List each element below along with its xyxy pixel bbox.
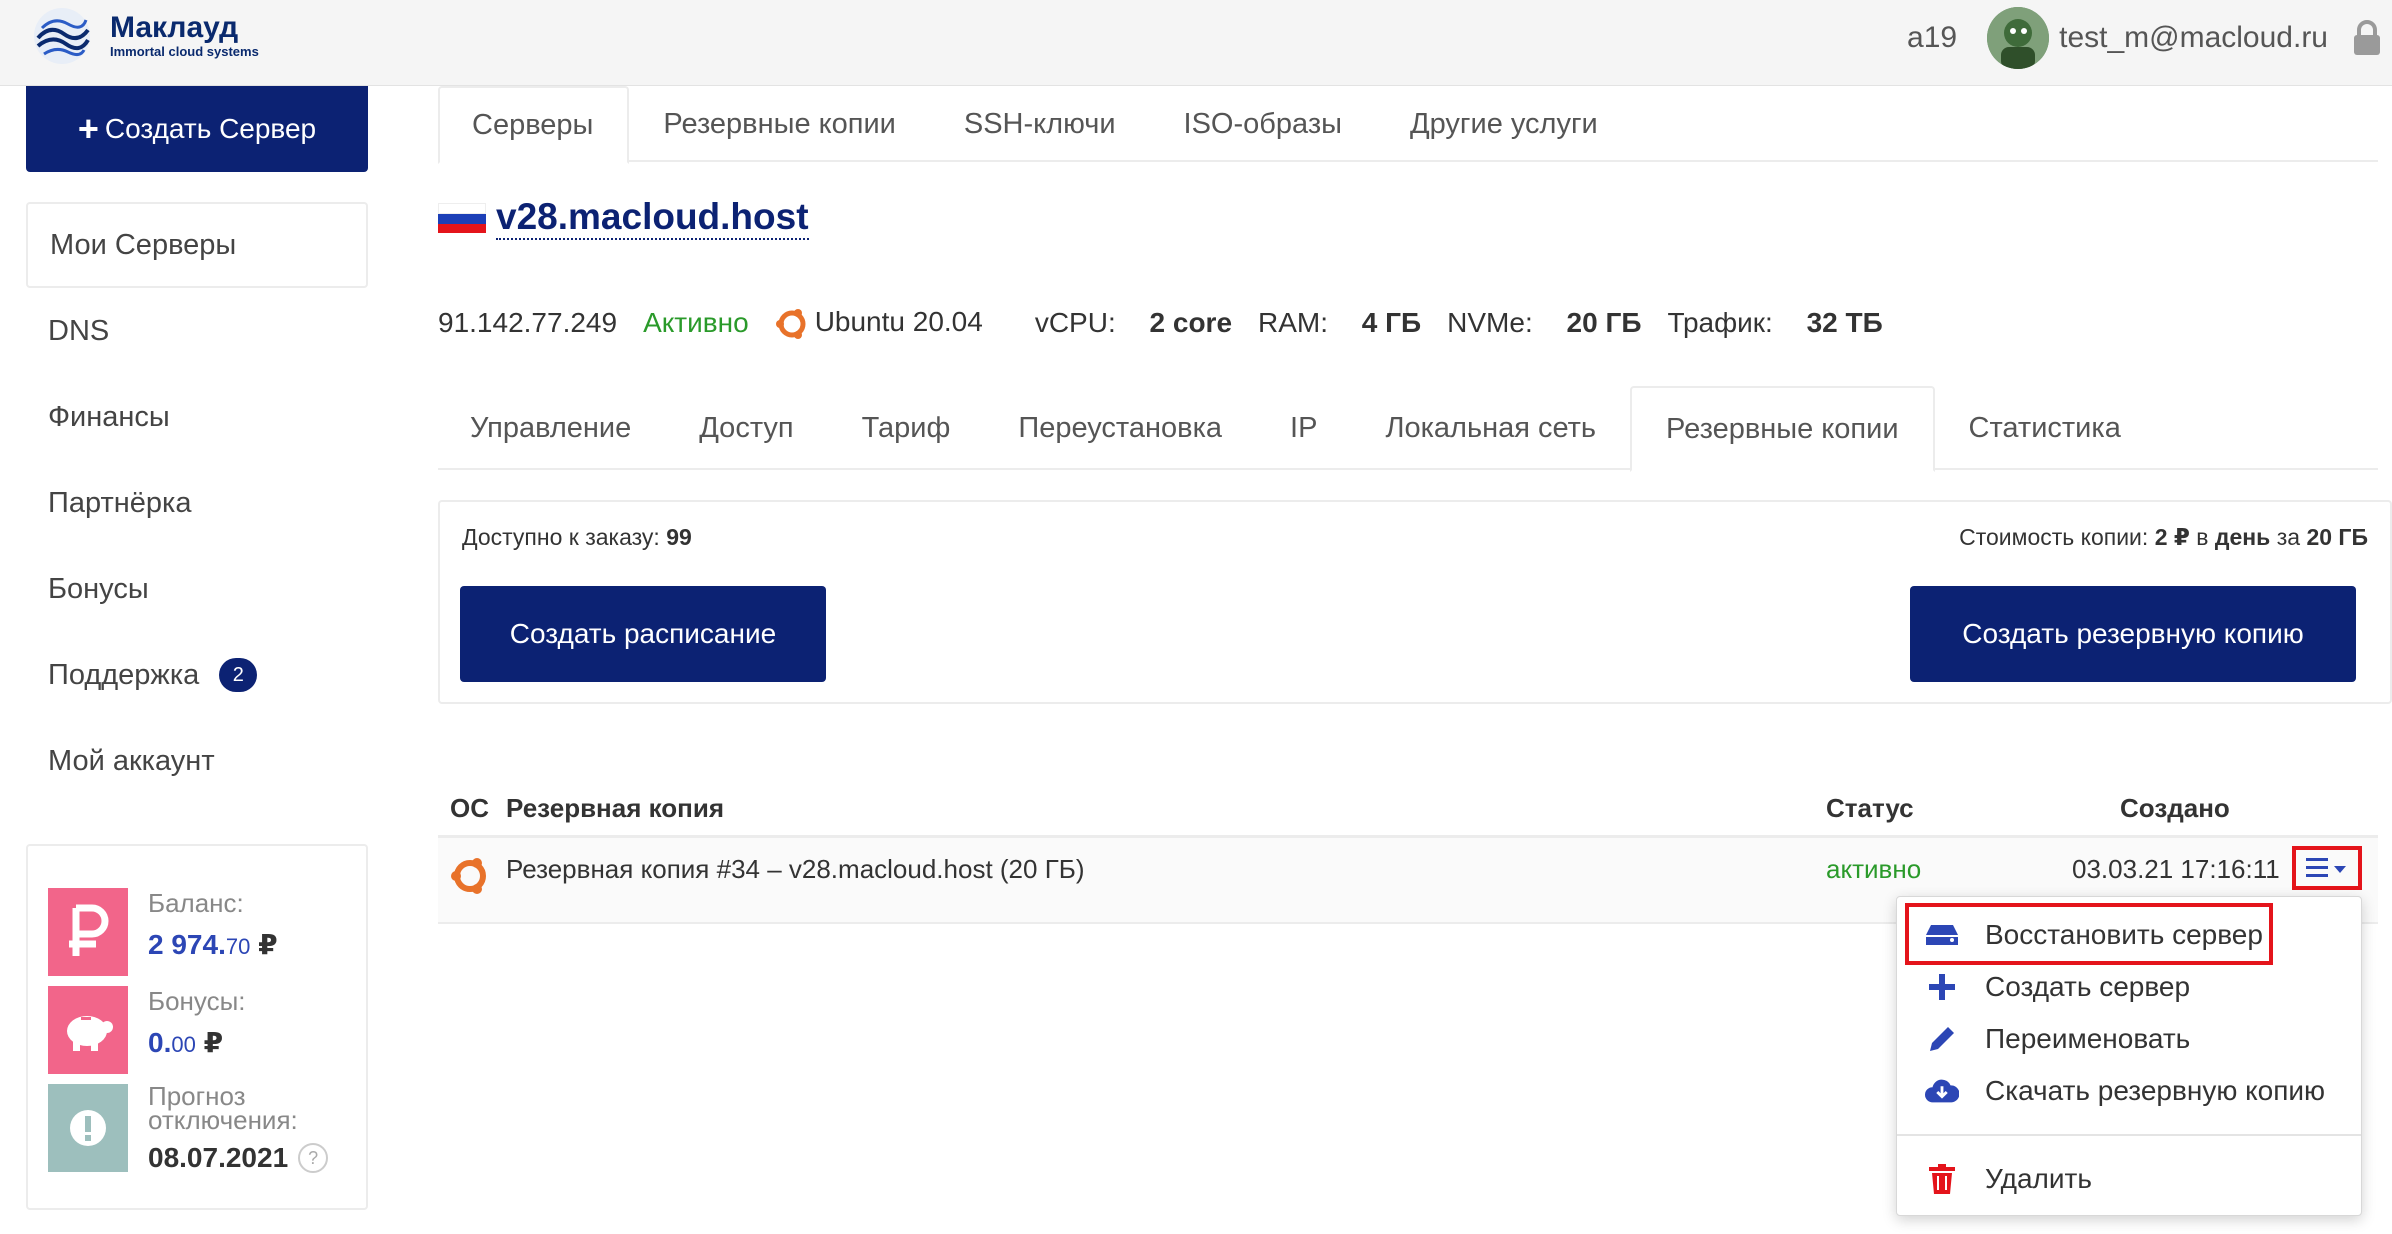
lock-icon[interactable]	[2352, 20, 2382, 56]
table-header: ОС Резервная копия Статус Создано	[438, 782, 2378, 838]
sidebar-item-label: Бонусы	[48, 572, 149, 605]
row-actions-dropdown: Восстановить сервер Создать сервер Переи…	[1896, 896, 2362, 1216]
backup-cost: Стоимость копии: 2 ₽ в день за 20 ГБ	[1959, 524, 2368, 550]
available-backups: Доступно к заказу: 99	[462, 524, 692, 550]
tab-backups[interactable]: Резервные копии	[629, 86, 929, 162]
create-backup-button[interactable]: Создать резервную копию	[1910, 586, 2356, 682]
tab-server-backups[interactable]: Резервные копии	[1630, 386, 1935, 472]
server-host-link[interactable]: v28.macloud.host	[496, 196, 809, 240]
column-os: ОС	[450, 793, 489, 823]
top-bar: Маклауд Immortal cloud systems a19 test_…	[0, 0, 2392, 86]
tab-iso-images[interactable]: ISO-образы	[1150, 86, 1376, 162]
menu-item-rename[interactable]: Переименовать	[1897, 1013, 2361, 1065]
forecast-label: Прогноз отключения:	[148, 1081, 298, 1135]
sidebar-item-bonuses[interactable]: Бонусы	[26, 546, 368, 632]
backup-created: 03.03.21 17:16:11	[2072, 854, 2280, 884]
avatar[interactable]	[1987, 7, 2050, 69]
sidebar-item-label: Финансы	[48, 400, 170, 433]
menu-divider	[1897, 1134, 2361, 1136]
ubuntu-icon	[450, 856, 490, 903]
warning-icon	[48, 1084, 128, 1172]
sidebar-item-label: DNS	[48, 314, 110, 347]
sidebar-item-label: Партнёрка	[48, 486, 192, 519]
sidebar-item-my-servers[interactable]: Мои Серверы	[26, 202, 368, 288]
sidebar-item-account[interactable]: Мой аккаунт	[26, 718, 368, 804]
tab-statistics[interactable]: Статистика	[1935, 386, 2155, 470]
plus-icon	[1925, 971, 1959, 1003]
menu-item-delete[interactable]: Удалить	[1897, 1153, 2361, 1205]
menu-item-download-backup[interactable]: Скачать резервную копию	[1897, 1065, 2361, 1117]
tab-access[interactable]: Доступ	[665, 386, 827, 470]
forecast-date: 08.07.2021 ?	[148, 1142, 329, 1174]
balance-label: Баланс:	[148, 888, 244, 918]
server-os: Ubuntu 20.04	[775, 306, 1009, 341]
server-tabs: Управление Доступ Тариф Переустановка IP…	[438, 386, 2378, 472]
cloud-download-icon	[1925, 1075, 1959, 1107]
trash-icon	[1925, 1163, 1959, 1195]
tab-tariff[interactable]: Тариф	[828, 386, 985, 470]
drive-icon	[1925, 919, 1959, 951]
avatar-image-icon	[1987, 7, 2050, 69]
create-server-button[interactable]: + Создать Сервер	[26, 86, 368, 172]
column-created: Создано	[2120, 793, 2230, 823]
server-ram: RAM: 4 ГБ	[1258, 307, 1422, 339]
logo[interactable]: Маклауд Immortal cloud systems	[30, 4, 259, 68]
logo-icon	[34, 8, 90, 64]
brand-subtitle: Immortal cloud systems	[110, 44, 259, 59]
server-title: v28.macloud.host	[438, 196, 809, 240]
sidebar-item-label: Мой аккаунт	[48, 744, 215, 777]
create-server-label: Создать Сервер	[104, 113, 317, 144]
sidebar-menu: Мои Серверы DNS Финансы Партнёрка Бонусы…	[26, 202, 368, 804]
balance-card: Баланс: 2 974.70 ₽ Бонусы: 0.00 ₽ Прогно…	[26, 844, 368, 1210]
sidebar-item-label: Поддержка	[48, 658, 200, 691]
tab-ip[interactable]: IP	[1256, 386, 1351, 470]
backup-name: Резервная копия #34 – v28.macloud.host (…	[506, 854, 1085, 884]
hamburger-dropdown-icon	[2306, 858, 2346, 877]
tab-servers[interactable]: Серверы	[438, 86, 630, 164]
backup-order-panel: Доступно к заказу: 99 Стоимость копии: 2…	[438, 500, 2392, 704]
main-tabs: Серверы Резервные копии SSH-ключи ISO-об…	[438, 86, 2378, 164]
user-email[interactable]: test_m@macloud.ru	[2059, 21, 2328, 55]
brand-title: Маклауд	[110, 11, 239, 44]
balance-value: 2 974.70 ₽	[148, 929, 278, 960]
sidebar-item-label: Мои Серверы	[50, 228, 237, 261]
sidebar-item-support[interactable]: Поддержка 2	[26, 632, 368, 718]
tab-other-services[interactable]: Другие услуги	[1376, 86, 1632, 162]
server-nvme: NVMe: 20 ГБ	[1447, 307, 1642, 339]
column-backup: Резервная копия	[506, 793, 725, 823]
russia-flag-icon	[438, 203, 486, 233]
support-count-badge: 2	[219, 658, 258, 692]
create-schedule-button[interactable]: Создать расписание	[460, 586, 826, 682]
menu-item-create-server[interactable]: Создать сервер	[1897, 961, 2361, 1013]
server-state: Активно	[643, 307, 749, 339]
main-area: Серверы Резервные копии SSH-ключи ISO-об…	[438, 86, 2378, 164]
tab-ssh-keys[interactable]: SSH-ключи	[930, 86, 1150, 162]
bonuses-label: Бонусы:	[148, 986, 246, 1016]
backup-status: активно	[1826, 854, 1922, 884]
pencil-icon	[1925, 1023, 1959, 1055]
piggy-bank-icon	[48, 986, 128, 1074]
column-status: Статус	[1826, 793, 1914, 823]
server-vcpu: vCPU: 2 core	[1034, 307, 1233, 339]
ubuntu-icon	[775, 308, 806, 339]
plus-icon: +	[77, 108, 99, 149]
server-info: 91.142.77.249 Активно Ubuntu 20.04 vCPU:…	[438, 306, 1909, 341]
server-traffic: Трафик: 32 ТБ	[1667, 307, 1883, 339]
sidebar-item-finance[interactable]: Финансы	[26, 374, 368, 460]
tab-reinstall[interactable]: Переустановка	[984, 386, 1256, 470]
bonuses-value: 0.00 ₽	[148, 1027, 224, 1058]
row-actions-menu-button[interactable]	[2292, 846, 2362, 890]
tab-local-network[interactable]: Локальная сеть	[1351, 386, 1630, 470]
tab-management[interactable]: Управление	[438, 386, 665, 470]
menu-item-restore-server[interactable]: Восстановить сервер	[1897, 909, 2361, 961]
sidebar-item-dns[interactable]: DNS	[26, 288, 368, 374]
server-ip: 91.142.77.249	[438, 307, 618, 339]
sidebar-item-partner[interactable]: Партнёрка	[26, 460, 368, 546]
account-id: a19	[1907, 21, 1958, 54]
ruble-icon	[48, 888, 128, 976]
help-icon[interactable]: ?	[298, 1143, 329, 1173]
